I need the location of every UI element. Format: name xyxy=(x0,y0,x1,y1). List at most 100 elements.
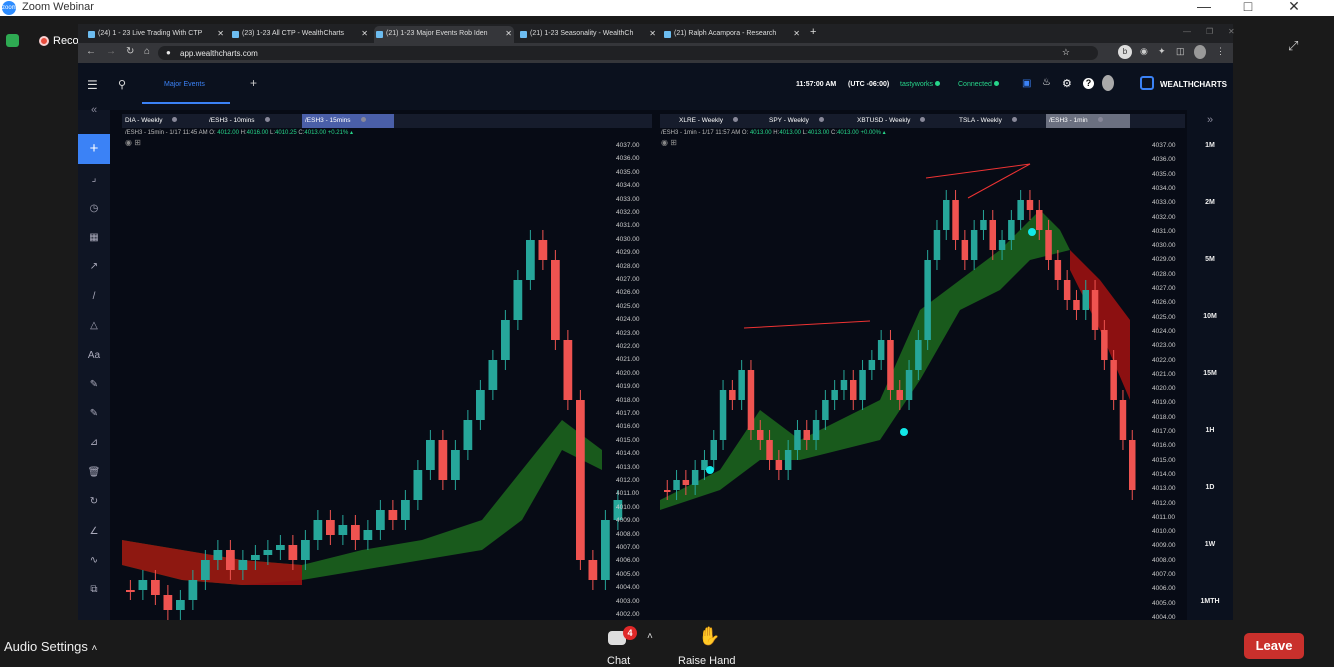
browser-address-bar: ← → ↻ ⌂ ● app.wealthcharts.com ☆ b ◉ ✦ ◫… xyxy=(78,43,1233,63)
broker-status[interactable]: tastyworks xyxy=(900,81,941,88)
bookmark-star-icon[interactable]: ☆ xyxy=(1062,47,1070,58)
browser-minimize-icon[interactable]: — xyxy=(1183,27,1191,36)
browser-tab-active[interactable]: (21) 1-23 Major Events Rob Iden ✕ xyxy=(374,26,514,43)
tab-close-icon[interactable]: ✕ xyxy=(505,29,512,38)
calendar-tool-icon[interactable]: ▦ xyxy=(87,231,101,245)
timeframe-option[interactable]: 1W xyxy=(1187,541,1233,548)
tab-major-events[interactable]: Major Events xyxy=(142,63,230,104)
trend-tool-icon[interactable]: ↗ xyxy=(87,260,101,274)
back-icon[interactable]: ← xyxy=(86,46,96,57)
price-tick-label: 4033.00 xyxy=(616,195,640,203)
browser-restore-icon[interactable]: ❐ xyxy=(1206,27,1213,36)
candle xyxy=(213,550,223,560)
chart-tab-selected[interactable]: /ESH3 - 1min xyxy=(1046,114,1130,128)
chart-tab[interactable]: /ESH3 - 10mins xyxy=(206,114,302,128)
chevron-up-icon[interactable]: ˄ xyxy=(91,643,97,654)
sync-icon[interactable]: ↻ xyxy=(87,495,101,509)
trash-icon[interactable]: 🗑 xyxy=(87,466,101,480)
side-panel-icon[interactable]: ◫ xyxy=(1176,46,1185,57)
add-drawing-button[interactable]: + xyxy=(78,134,110,164)
camera-extension-icon[interactable]: ◉ xyxy=(1140,46,1148,57)
browser-tab[interactable]: (21) Ralph Acampora - Research ✕ xyxy=(662,26,802,43)
chart-tool-icon[interactable]: ∠ xyxy=(87,525,101,539)
chart-tab-selected[interactable]: /ESH3 - 15mins xyxy=(302,114,394,128)
maximize-icon[interactable]: □ xyxy=(1238,0,1258,14)
timezone-label[interactable]: (UTC -06:00) xyxy=(848,81,889,88)
bell-icon[interactable]: ♨ xyxy=(1042,77,1051,88)
candle xyxy=(822,400,829,420)
gear-icon[interactable]: ⚙ xyxy=(1062,77,1072,90)
price-tick-label: 4022.00 xyxy=(1152,356,1176,364)
hamburger-menu-icon[interactable]: ☰ xyxy=(87,78,98,92)
browser-tab[interactable]: (23) 1-23 All CTP - WealthCharts ✕ xyxy=(230,26,370,43)
timeframe-option[interactable]: 1H xyxy=(1187,427,1233,434)
save-icon[interactable]: ▣ xyxy=(1022,78,1031,89)
fullscreen-icon[interactable]: ⤢ xyxy=(1288,38,1298,54)
reload-icon[interactable]: ↻ xyxy=(126,46,134,57)
left-price-axis[interactable]: 4037.00 4036.00 4035.00 4034.00 4033.00 4032.… xyxy=(614,140,654,620)
candle xyxy=(682,480,690,485)
timeframe-option[interactable]: 1M xyxy=(1187,142,1233,149)
new-tab-icon[interactable]: + xyxy=(810,26,816,38)
close-icon[interactable]: ✕ xyxy=(1284,0,1304,15)
browser-menu-icon[interactable]: ⋮ xyxy=(1216,46,1225,57)
chat-button[interactable]: 4 Chat xyxy=(604,624,638,667)
timeframe-option[interactable]: 15M xyxy=(1187,370,1233,377)
help-icon[interactable]: ? xyxy=(1083,78,1094,89)
pencil-tool-icon[interactable]: ✎ xyxy=(87,378,101,392)
shapes-tool-icon[interactable]: △ xyxy=(87,319,101,333)
candle xyxy=(513,280,523,320)
ohlc-prefix: /ESH3 - 1min - 1/17 11:57 AM xyxy=(661,130,741,136)
home-icon[interactable]: ⌂ xyxy=(144,46,150,57)
chart-tab[interactable]: SPY - Weekly xyxy=(766,114,854,128)
forward-icon[interactable]: → xyxy=(106,46,116,57)
text-tool-icon[interactable]: Aa xyxy=(87,349,101,363)
audio-settings-button[interactable]: Audio Settings ˄ xyxy=(4,639,97,654)
measure-tool-icon[interactable]: ⊿ xyxy=(87,436,101,450)
price-tick-label: 4012.00 xyxy=(616,477,640,484)
right-candlestick-chart[interactable] xyxy=(660,140,1150,620)
profile-avatar-icon[interactable]: b xyxy=(1118,45,1132,59)
ruler-tool-icon[interactable]: ✎ xyxy=(87,407,101,421)
collapse-right-icon[interactable]: » xyxy=(1187,114,1233,126)
layers-tool-icon[interactable]: ⧉ xyxy=(87,583,101,597)
candle xyxy=(691,470,699,485)
chat-options-chevron-icon[interactable]: ˄ xyxy=(647,631,653,642)
left-candlestick-chart[interactable] xyxy=(122,140,652,620)
right-price-axis[interactable]: 4037.00 4036.00 4035.00 4034.00 4033.00 4032.… xyxy=(1150,140,1186,621)
tab-close-icon[interactable]: ✕ xyxy=(793,29,800,38)
leave-button[interactable]: Leave xyxy=(1244,633,1304,659)
raise-hand-button[interactable]: ✋ Raise Hand xyxy=(676,624,740,667)
timeframe-option[interactable]: 10M xyxy=(1187,313,1233,320)
timeframe-option[interactable]: 5M xyxy=(1187,256,1233,263)
url-field[interactable]: ● app.wealthcharts.com ☆ xyxy=(158,46,1098,60)
collapse-left-icon[interactable]: « xyxy=(78,104,110,128)
timeframe-option[interactable]: 1D xyxy=(1187,484,1233,491)
shield-icon xyxy=(6,34,19,47)
crosshair-tool-icon[interactable]: ⌟ xyxy=(87,172,101,186)
user-avatar[interactable] xyxy=(1194,45,1206,59)
tab-close-icon[interactable]: ✕ xyxy=(361,29,368,38)
minimize-icon[interactable]: — xyxy=(1194,0,1214,14)
tab-close-icon[interactable]: ✕ xyxy=(649,29,656,38)
chart-tab[interactable]: XBTUSD - Weekly xyxy=(854,114,956,128)
candle xyxy=(1036,210,1043,230)
add-tab-icon[interactable]: + xyxy=(250,76,257,90)
extensions-puzzle-icon[interactable]: ✦ xyxy=(1158,46,1166,57)
search-icon[interactable]: ⚲ xyxy=(118,78,126,91)
chart-tab[interactable]: XLRE - Weekly xyxy=(676,114,766,128)
pattern-tool-icon[interactable]: ∿ xyxy=(87,554,101,568)
browser-close-icon[interactable]: ✕ xyxy=(1228,27,1235,36)
chart-tab[interactable]: TSLA - Weekly xyxy=(956,114,1046,128)
timeframe-option[interactable]: 1MTH xyxy=(1187,598,1233,605)
browser-tab[interactable]: (24) 1 - 23 Live Trading With CTP ✕ xyxy=(86,26,226,43)
timeframe-option[interactable]: 2M xyxy=(1187,199,1233,206)
browser-tab[interactable]: (21) 1-23 Seasonality - WealthCh ✕ xyxy=(518,26,658,43)
line-tool-icon[interactable]: / xyxy=(87,290,101,304)
chart-tab-label: SPY - Weekly xyxy=(769,117,809,124)
candle xyxy=(719,390,727,440)
chart-tab[interactable]: DIA - Weekly xyxy=(122,114,206,128)
clock-tool-icon[interactable]: ◷ xyxy=(87,202,101,216)
tab-close-icon[interactable]: ✕ xyxy=(217,29,224,38)
user-avatar[interactable] xyxy=(1102,75,1114,91)
